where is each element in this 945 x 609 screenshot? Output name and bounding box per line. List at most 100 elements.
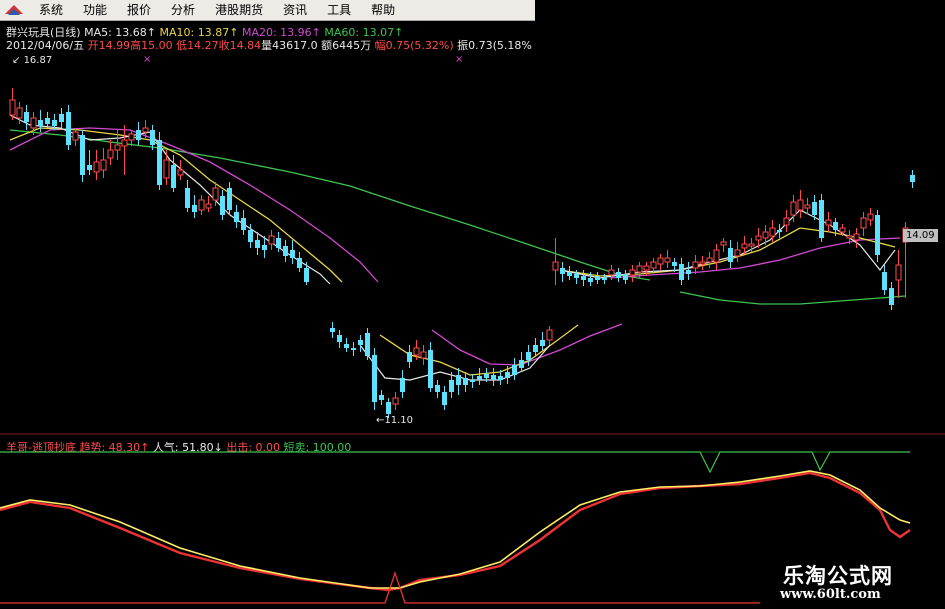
trend-line (0, 471, 911, 592)
candle-body (790, 201, 797, 216)
candle-body (491, 375, 496, 380)
candle-body (741, 243, 748, 249)
candle-body (456, 375, 461, 385)
candle-body (867, 213, 874, 221)
menu-item-help[interactable]: 帮助 (361, 0, 405, 20)
candle-body (177, 169, 184, 176)
indicator-trend: 趋势: 48.30↑ (79, 441, 150, 454)
candle-body (853, 233, 860, 241)
candle-body (407, 352, 412, 362)
candle-body (706, 257, 713, 263)
candle-body (365, 333, 370, 356)
candle-body (330, 328, 335, 332)
candle-body (136, 130, 141, 140)
marker-x-icon: × (143, 54, 152, 65)
candle-body (636, 265, 643, 273)
candle-body (546, 329, 553, 341)
candle-body (449, 380, 454, 392)
menu-item-hk-futures[interactable]: 港股期货 (205, 0, 273, 20)
indicator-chart[interactable] (0, 0, 945, 609)
candle-body (435, 385, 440, 392)
candle-body (290, 250, 295, 258)
menu-item-system[interactable]: 系统 (29, 0, 73, 20)
candle-body (379, 395, 384, 400)
menu-item-analysis[interactable]: 分析 (161, 0, 205, 20)
candlesticks (9, 88, 915, 418)
ma5-line (9, 114, 896, 381)
candle-body (351, 348, 356, 350)
indicator-exit: 出击: 0.00 (226, 441, 281, 454)
candle-body (882, 272, 887, 290)
candle-body (185, 188, 190, 208)
bottom-signal-line (0, 570, 760, 604)
candle-body (755, 235, 762, 241)
candlestick-chart[interactable] (0, 0, 945, 609)
candle-body (602, 278, 607, 280)
candle-body (80, 135, 85, 175)
indicator-sell: 短卖: 100.00 (283, 441, 352, 454)
candle-body (889, 288, 894, 305)
menu-item-tools[interactable]: 工具 (317, 0, 361, 20)
candle-body (262, 245, 267, 250)
candle-body (372, 355, 377, 402)
candle-body (107, 149, 114, 159)
candle-body (66, 112, 71, 145)
menu-item-info[interactable]: 资讯 (273, 0, 317, 20)
candle-body (526, 352, 531, 360)
candle-body (519, 360, 524, 368)
menu-bar: 系统 功能 报价 分析 港股期货 资讯 工具 帮助 (0, 0, 535, 21)
candle-body (198, 199, 205, 211)
candle-body (498, 376, 503, 380)
menu-item-function[interactable]: 功能 (73, 0, 117, 20)
watermark-url: www.60lt.com (780, 587, 881, 602)
candle-body (212, 187, 219, 201)
candle-body (804, 204, 811, 209)
candle-body (241, 218, 246, 230)
candle-body (699, 261, 706, 265)
price-low-label: ←11.10 (376, 415, 414, 426)
candle-body (157, 140, 162, 185)
candle-body (255, 240, 260, 248)
candle-body (672, 262, 677, 266)
candle-body (413, 347, 420, 356)
candle-body (428, 350, 433, 388)
candle-body (748, 243, 755, 247)
candle-body (234, 212, 239, 222)
candle-body (297, 258, 302, 268)
candle-body (797, 199, 804, 211)
candle-body (692, 261, 699, 269)
candle-body (769, 227, 776, 237)
quote-low: 低14.27 (176, 39, 219, 52)
candle-body (268, 235, 275, 245)
candle-body (657, 257, 664, 265)
candle-body (812, 202, 817, 215)
candle-body (142, 127, 149, 133)
quote-high: 高15.00 (130, 39, 173, 52)
candle-body (533, 345, 538, 352)
candle-body (720, 241, 727, 246)
candle-body (505, 372, 510, 378)
candle-body (825, 219, 832, 226)
candle-body (114, 144, 121, 151)
menu-item-quote[interactable]: 报价 (117, 0, 161, 20)
candle-body (588, 278, 593, 282)
candle-body (9, 99, 16, 116)
candle-body (463, 378, 468, 385)
indicator-info-line: 羊哥-逃顶抄底 趋势: 48.30↑ 人气: 51.80↓ 出击: 0.00 短… (6, 439, 351, 455)
candle-body (16, 107, 23, 119)
candle-body (595, 276, 600, 280)
candle-body (567, 272, 572, 276)
candle-body (560, 268, 565, 274)
candle-body (24, 112, 29, 122)
candle-body (819, 200, 824, 238)
candle-body (420, 351, 427, 359)
candle-body (777, 230, 782, 232)
candle-body (59, 114, 64, 122)
popularity-line (0, 470, 911, 589)
candle-body (477, 376, 482, 380)
candle-body (762, 231, 769, 239)
indicator-name: 羊哥-逃顶抄底 (6, 441, 76, 454)
candle-body (163, 159, 170, 179)
candle-body (783, 217, 790, 226)
quote-amplitude: 振0.73(5.18% (457, 39, 532, 52)
